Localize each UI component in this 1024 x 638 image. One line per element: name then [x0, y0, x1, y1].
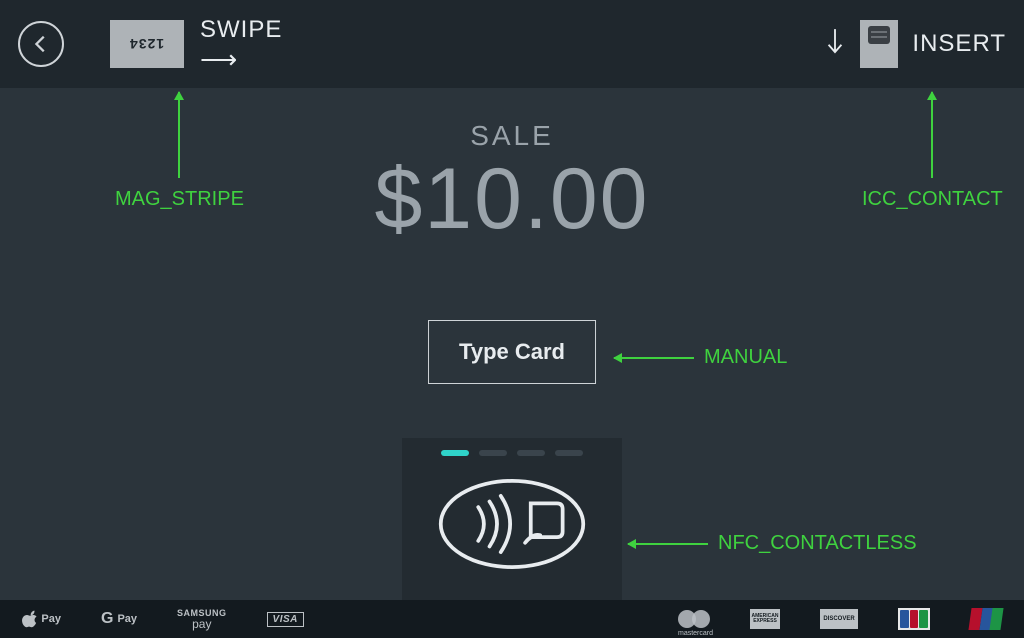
insert-area[interactable]: INSERT [824, 20, 1006, 68]
contactless-icon [437, 474, 587, 579]
magstripe-digits: 1234 [129, 36, 164, 52]
arrow-right-icon: ⟶ [200, 46, 237, 72]
sale-amount: $10.00 [0, 150, 1024, 249]
swipe-area[interactable]: 1234 SWIPE ⟶ [110, 16, 282, 72]
footer-brands: Pay G Pay SAMSUNG pay VISA mastercard AM… [0, 600, 1024, 638]
apple-pay-logo: Pay [22, 610, 61, 628]
arrow-left-icon [30, 33, 52, 55]
jcb-logo [898, 608, 930, 630]
top-bar: 1234 SWIPE ⟶ INSERT [0, 0, 1024, 88]
led-1 [441, 450, 469, 456]
samsung-pay-logo: SAMSUNG pay [177, 609, 227, 630]
apple-icon [22, 610, 37, 628]
nfc-status-leds [441, 450, 583, 456]
swipe-label: SWIPE [200, 16, 282, 44]
type-card-button[interactable]: Type Card [428, 320, 596, 384]
led-4 [555, 450, 583, 456]
amex-logo: AMERICAN EXPRESS [750, 609, 780, 629]
mastercard-logo: mastercard [678, 609, 710, 629]
arrow-down-icon [824, 27, 846, 62]
led-3 [517, 450, 545, 456]
contactless-panel[interactable] [402, 438, 622, 600]
annotation-manual: MANUAL [614, 346, 787, 369]
insert-label: INSERT [912, 30, 1006, 58]
swipe-label-group: SWIPE ⟶ [200, 16, 282, 72]
unionpay-logo [970, 608, 1002, 630]
visa-logo: VISA [267, 612, 304, 627]
annotation-nfc: NFC_CONTACTLESS [628, 532, 917, 555]
sale-label: SALE [0, 120, 1024, 152]
discover-logo: DISCOVER [820, 609, 858, 629]
led-2 [479, 450, 507, 456]
chip-card-icon [860, 20, 898, 68]
magstripe-card-icon: 1234 [110, 20, 184, 68]
back-button[interactable] [18, 21, 64, 67]
google-pay-logo: G Pay [101, 610, 137, 628]
